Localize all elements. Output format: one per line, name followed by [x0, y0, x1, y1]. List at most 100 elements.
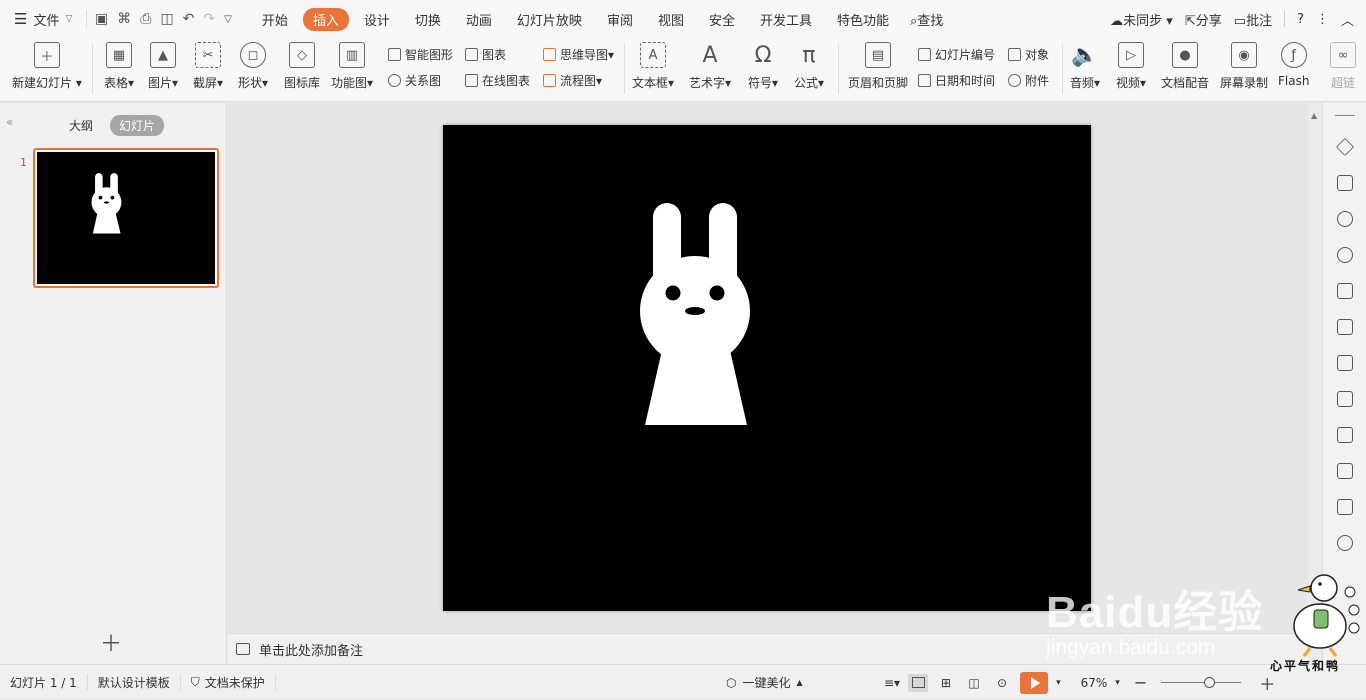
screenshot-button[interactable]: ✂ 截屏▾ — [193, 42, 223, 91]
zoom-slider-knob[interactable] — [1204, 677, 1216, 688]
slide-number-button[interactable]: 幻灯片编号 — [918, 46, 995, 63]
sync-button[interactable]: ☁未同步 ▾ — [1110, 10, 1173, 29]
flowchart-button[interactable]: 流程图 ▾ — [543, 72, 602, 89]
hyperlink-button[interactable]: ∞ 超链 — [1330, 42, 1356, 91]
new-slide-label: 新建幻灯片 ▾ — [12, 76, 82, 90]
notes-icon — [236, 643, 250, 655]
object-button[interactable]: 对象 — [1008, 46, 1049, 63]
image-icon[interactable] — [1337, 427, 1353, 443]
save-icon[interactable]: ▣ — [95, 11, 108, 27]
tab-animation[interactable]: 动画 — [456, 8, 502, 31]
print-icon[interactable]: ⎙ — [140, 11, 151, 27]
tab-slides[interactable]: 幻灯片 — [110, 115, 165, 136]
new-slide-button[interactable]: ＋ 新建幻灯片 ▾ — [12, 42, 82, 91]
doc-voice-button[interactable]: ● 文档配音 — [1161, 42, 1209, 91]
slide-thumbnail[interactable] — [33, 148, 219, 288]
tab-security[interactable]: 安全 — [699, 8, 745, 31]
share-button[interactable]: ⇱分享 — [1185, 10, 1222, 29]
tab-review[interactable]: 审阅 — [597, 8, 643, 31]
tab-outline[interactable]: 大纲 — [60, 115, 102, 136]
table-button[interactable]: ▦ 表格▾ — [104, 42, 134, 91]
tab-transition[interactable]: 切换 — [405, 8, 451, 31]
bar-chart-icon[interactable] — [1337, 355, 1353, 371]
customize-icon[interactable]: ▽ — [224, 14, 232, 25]
collapse-ribbon-icon[interactable]: ︿ — [1341, 10, 1354, 29]
zoom-in-button[interactable]: ＋ — [1259, 671, 1275, 695]
help-button[interactable]: ? — [1297, 12, 1304, 27]
format-painter-icon[interactable]: ⌘ — [117, 11, 131, 27]
speaker-icon[interactable] — [1337, 535, 1353, 551]
attachment-button[interactable]: 附件 — [1008, 72, 1049, 89]
play-options-icon[interactable]: ▾ — [1056, 678, 1061, 688]
search-button[interactable]: ⌕查找 — [910, 10, 943, 29]
export-icon[interactable] — [1337, 463, 1353, 479]
zoom-slider[interactable] — [1161, 677, 1242, 688]
reading-view-button[interactable]: ◫ — [964, 674, 984, 692]
online-chart-button[interactable]: 在线图表 — [465, 72, 530, 89]
rabbit-illustration[interactable] — [443, 125, 1091, 611]
add-slide-button[interactable]: ＋ — [100, 626, 122, 658]
flash-button[interactable]: ƒ Flash — [1278, 42, 1309, 88]
shape-button[interactable]: ◻ 形状▾ — [238, 42, 268, 91]
icon-library-label: 图标库 — [284, 76, 321, 90]
chart-button[interactable]: 图表 — [465, 46, 506, 63]
protection-status[interactable]: ⛉ 文档未保护 — [181, 674, 276, 690]
zoom-dropdown-icon[interactable]: ▾ — [1115, 678, 1120, 688]
layers-icon[interactable] — [1337, 283, 1353, 299]
print-preview-icon[interactable]: ◫ — [160, 11, 173, 27]
smart-shape-button[interactable]: 智能图形 — [388, 46, 453, 63]
location-icon[interactable] — [1337, 247, 1353, 263]
zoom-out-button[interactable]: − — [1134, 673, 1147, 692]
wordart-button[interactable]: A 艺术字▾ — [689, 42, 731, 91]
normal-view-button[interactable] — [908, 673, 929, 692]
screen-record-button[interactable]: ◉ 屏幕录制 — [1220, 42, 1268, 91]
shapes-icon[interactable] — [1337, 211, 1353, 227]
sorter-view-button[interactable]: ⊞ — [936, 674, 956, 692]
tab-home[interactable]: 开始 — [252, 8, 298, 31]
sliders-icon[interactable] — [1337, 391, 1353, 407]
more-icon[interactable]: ⋮ — [1316, 12, 1329, 27]
video-button[interactable]: ▷ 视频▾ — [1116, 42, 1146, 91]
quick-access-toolbar: ▣ ⌘ ⎙ ◫ ↶ ↷ ▽ — [86, 10, 238, 28]
slide-panel: « 大纲 幻灯片 1 ＋ — [0, 103, 227, 664]
tab-special[interactable]: 特色功能 — [827, 8, 899, 31]
collapse-panel-icon[interactable]: « — [6, 115, 13, 129]
header-footer-button[interactable]: ▤ 页眉和页脚 — [848, 42, 908, 91]
scroll-up-icon[interactable]: ▲ — [1311, 111, 1317, 120]
thumbnail-canvas — [37, 152, 215, 284]
grid-icon[interactable] — [1337, 319, 1353, 335]
template-name[interactable]: 默认设计模板 — [88, 674, 181, 690]
play-button[interactable] — [1020, 671, 1049, 694]
function-chart-button[interactable]: ▥ 功能图▾ — [331, 42, 373, 91]
view-controls: ≡▾ ⊞ ◫ ⊙ ▾ 67% ▾ − ＋ — [884, 665, 1275, 700]
copy-icon[interactable] — [1337, 175, 1353, 191]
relation-button[interactable]: 关系图 — [388, 72, 441, 89]
tab-design[interactable]: 设计 — [354, 8, 400, 31]
tab-slideshow[interactable]: 幻灯片放映 — [507, 8, 592, 31]
comment-button[interactable]: ▭批注 — [1234, 10, 1272, 29]
tab-developer[interactable]: 开发工具 — [750, 8, 822, 31]
tab-view[interactable]: 视图 — [648, 8, 694, 31]
share-label: 分享 — [1195, 13, 1222, 29]
star-icon[interactable] — [1335, 137, 1355, 157]
archive-icon[interactable] — [1337, 499, 1353, 515]
presenter-view-button[interactable]: ⊙ — [992, 674, 1012, 692]
datetime-button[interactable]: 日期和时间 — [918, 72, 995, 89]
file-menu[interactable]: ☰ 文件 ▽ — [0, 10, 86, 29]
notes-toggle-icon[interactable]: ≡▾ — [884, 676, 900, 690]
redo-icon[interactable]: ↷ — [203, 11, 215, 27]
formula-button[interactable]: π 公式▾ — [794, 42, 824, 91]
notes-pane[interactable]: 单击此处添加备注 — [228, 633, 1308, 664]
textbox-button[interactable]: A 文本框▾ — [632, 42, 674, 91]
slide[interactable] — [443, 125, 1091, 611]
symbol-button[interactable]: Ω 符号▾ — [748, 42, 778, 91]
rabbit-nose — [685, 307, 705, 315]
icon-library-button[interactable]: ◇ 图标库 — [284, 42, 320, 91]
picture-button[interactable]: ▲ 图片▾ — [148, 42, 178, 91]
zoom-level[interactable]: 67% — [1081, 676, 1108, 690]
mindmap-button[interactable]: 思维导图 ▾ — [543, 46, 614, 63]
tab-insert[interactable]: 插入 — [302, 7, 349, 31]
undo-icon[interactable]: ↶ — [183, 11, 195, 27]
audio-button[interactable]: 🔈 音频▾ — [1070, 42, 1100, 91]
beautify-button[interactable]: ⬡ 一键美化 ▲ — [726, 665, 803, 700]
